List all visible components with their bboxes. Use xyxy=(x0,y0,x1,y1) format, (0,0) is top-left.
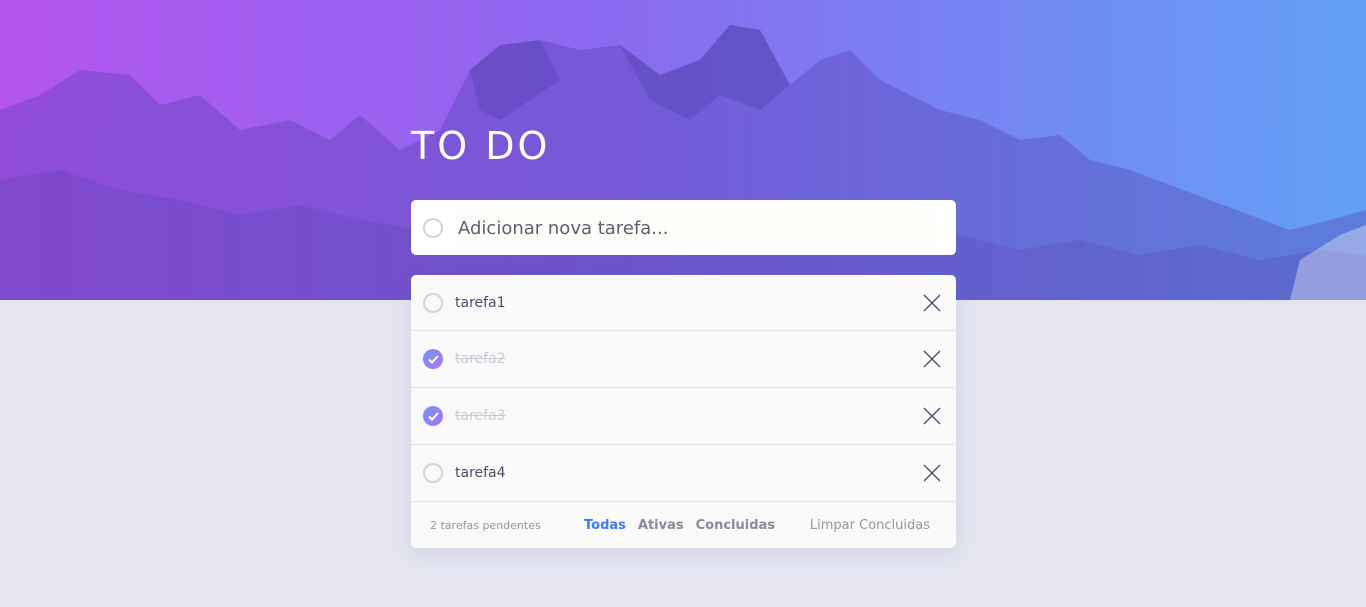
task-item: tarefa1 xyxy=(411,275,956,331)
task-label: tarefa3 xyxy=(455,408,506,424)
complete-toggle[interactable] xyxy=(423,463,443,483)
task-list: tarefa1 tarefa2 tarefa3 tarefa4 2 tarefa… xyxy=(411,275,956,548)
pending-count: 2 tarefas pendentes xyxy=(430,518,541,532)
task-item: tarefa4 xyxy=(411,445,956,502)
complete-toggle[interactable] xyxy=(423,349,443,369)
list-footer: 2 tarefas pendentes Todas Ativas Conclui… xyxy=(411,502,956,548)
mountains-image xyxy=(0,25,1366,300)
complete-toggle[interactable] xyxy=(423,406,443,426)
task-label: tarefa1 xyxy=(455,294,506,311)
filter-completed[interactable]: Concluidas xyxy=(696,518,775,533)
complete-toggle[interactable] xyxy=(423,293,443,313)
new-task-circle-icon xyxy=(423,218,443,238)
filter-group: Todas Ativas Concluidas xyxy=(584,518,775,533)
filter-all[interactable]: Todas xyxy=(584,518,626,533)
task-label: tarefa2 xyxy=(455,351,506,367)
header-background xyxy=(0,0,1366,300)
close-icon[interactable] xyxy=(922,293,942,313)
new-task-input[interactable] xyxy=(454,212,939,244)
close-icon[interactable] xyxy=(922,406,942,426)
check-icon xyxy=(427,354,439,364)
task-item: tarefa2 xyxy=(411,331,956,388)
filter-active[interactable]: Ativas xyxy=(638,518,684,533)
task-label: tarefa4 xyxy=(455,465,506,481)
task-item: tarefa3 xyxy=(411,388,956,445)
close-icon[interactable] xyxy=(922,463,942,483)
clear-completed-button[interactable]: Limpar Concluidas xyxy=(810,518,930,533)
close-icon[interactable] xyxy=(922,349,942,369)
page-title: TO DO xyxy=(411,124,551,168)
new-task-bar xyxy=(411,200,956,255)
check-icon xyxy=(427,411,439,421)
